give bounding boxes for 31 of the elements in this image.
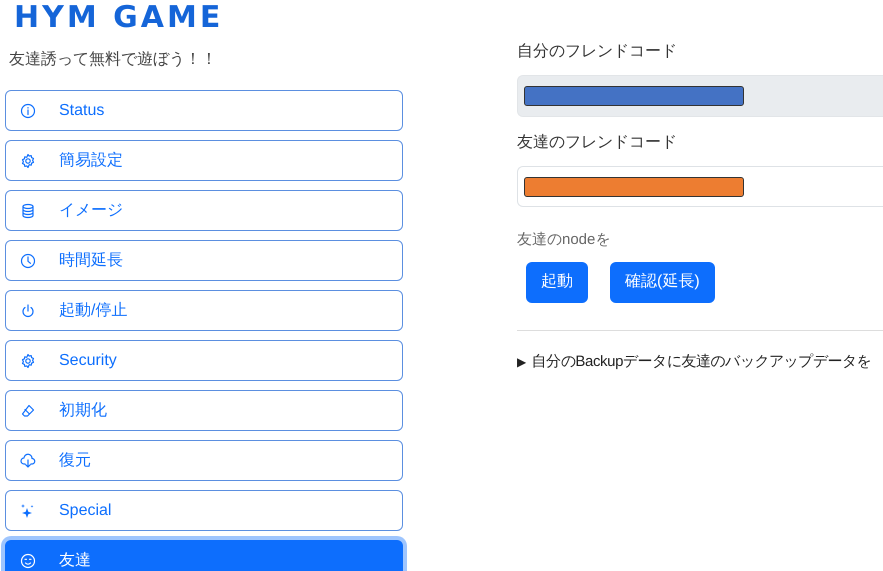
details-summary[interactable]: 自分のBackupデータに友達のバックアップデータを	[532, 350, 872, 373]
settings-icon	[20, 352, 36, 368]
field-label: 自分のフレンドコード	[517, 42, 677, 62]
menu-item[interactable]: 時間延長	[5, 240, 403, 281]
settings-icon	[20, 152, 36, 168]
menu-item[interactable]: 友達	[5, 540, 403, 571]
sparkles-icon	[20, 502, 36, 518]
cloud-download-icon	[20, 452, 36, 468]
database-icon	[20, 202, 36, 218]
menu-item[interactable]: Status	[5, 90, 403, 131]
menu-item[interactable]: 初期化	[5, 390, 403, 431]
menu-item[interactable]: Special	[5, 490, 403, 531]
action-button[interactable]: 起動	[526, 262, 588, 302]
clock-icon	[20, 252, 36, 268]
power-icon	[20, 302, 36, 318]
node-label: 友達のnodeを	[517, 230, 610, 250]
smiley-icon	[20, 552, 36, 568]
info-icon	[20, 102, 36, 118]
eraser-icon	[20, 402, 36, 418]
input-field[interactable]	[517, 75, 883, 117]
menu-item[interactable]: 簡易設定	[5, 140, 403, 181]
action-button[interactable]: 確認(延長)	[610, 262, 715, 302]
logo: HYM GAME	[14, 2, 224, 34]
menu-item[interactable]: 起動/停止	[5, 290, 403, 331]
menu-item[interactable]: 復元	[5, 440, 403, 481]
field-label: 友達のフレンドコード	[517, 132, 677, 153]
input-field[interactable]	[517, 166, 883, 207]
tagline: 友達誘って無料で遊ぼう！！	[9, 50, 217, 70]
menu-item[interactable]: Security	[5, 340, 403, 381]
menu-item[interactable]: イメージ	[5, 190, 403, 231]
disclosure-triangle[interactable]: ▶	[517, 352, 526, 371]
